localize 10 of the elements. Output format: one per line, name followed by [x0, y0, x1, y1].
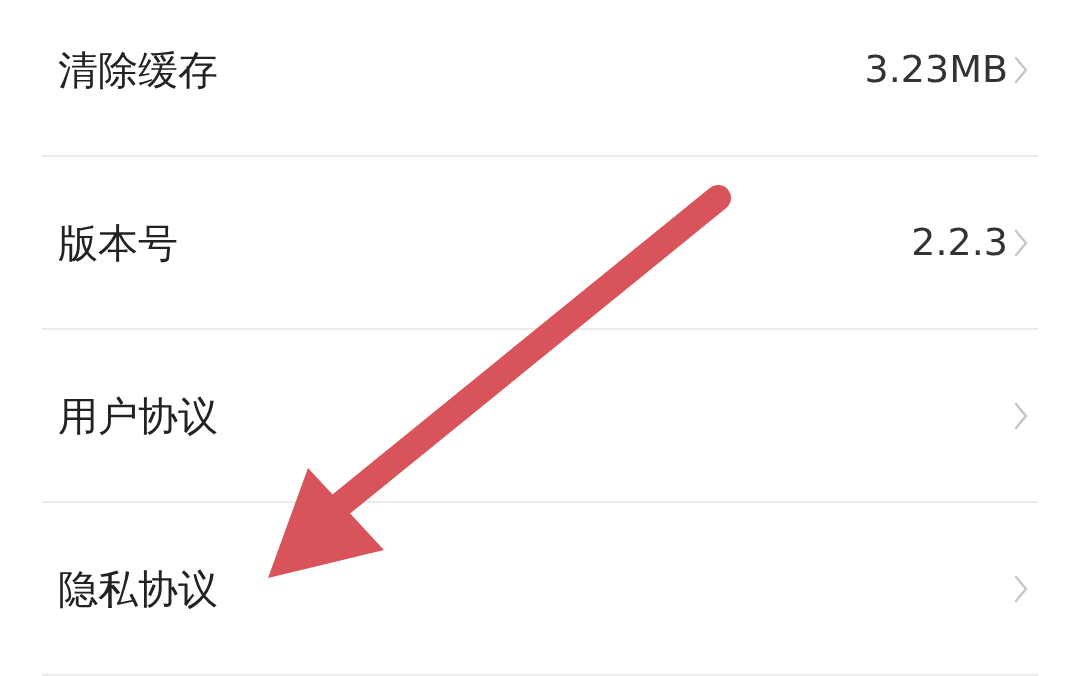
- setting-label: 版本号: [58, 218, 178, 268]
- setting-label: 用户协议: [58, 391, 218, 441]
- setting-value: 3.23MB: [864, 46, 1008, 93]
- chevron-icon[interactable]: [1014, 574, 1028, 603]
- chevron-icon[interactable]: [1014, 401, 1028, 430]
- chevron-icon[interactable]: [1014, 55, 1028, 84]
- setting-label: 隐私协议: [58, 564, 218, 614]
- setting-value: 2.2.3: [911, 219, 1008, 266]
- setting-label: 清除缓存: [58, 45, 218, 95]
- chevron-icon[interactable]: [1014, 228, 1028, 257]
